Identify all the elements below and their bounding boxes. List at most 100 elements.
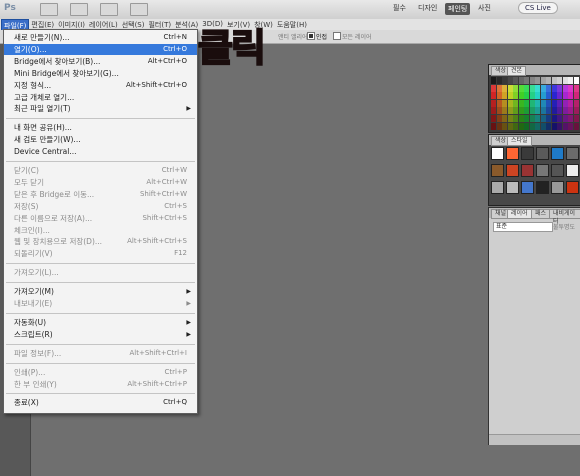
swatch-cell[interactable]: [491, 84, 496, 92]
swatch-cell[interactable]: [535, 122, 540, 130]
swatch-cell[interactable]: [513, 107, 518, 115]
file-menu-item[interactable]: 새 검토 만들기(W)...: [4, 134, 197, 145]
swatch-cell[interactable]: [513, 77, 518, 84]
swatch-cell[interactable]: [540, 77, 546, 84]
swatch-cell[interactable]: [502, 107, 507, 115]
file-menu-item[interactable]: 스크립트(R) ▶: [4, 329, 197, 340]
file-menu-item[interactable]: 내 화면 공유(H)...: [4, 122, 197, 133]
swatch-cell[interactable]: [540, 99, 546, 107]
swatch-cell[interactable]: [529, 92, 535, 100]
swatch-cell[interactable]: [535, 92, 540, 100]
style-preset[interactable]: [506, 147, 519, 160]
swatch-cell[interactable]: [491, 92, 496, 100]
swatch-cell[interactable]: [502, 115, 507, 122]
swatch-cell[interactable]: [573, 92, 579, 100]
style-preset[interactable]: [551, 181, 564, 194]
swatch-cell[interactable]: [562, 115, 568, 122]
tab-navigator[interactable]: 내비게이터: [549, 209, 580, 225]
swatch-cell[interactable]: [513, 84, 518, 92]
style-preset[interactable]: [566, 181, 579, 194]
swatch-cell[interactable]: [546, 84, 551, 92]
workspace-essentials[interactable]: 필수: [393, 3, 406, 13]
blend-mode-select[interactable]: 표준: [493, 222, 553, 232]
style-preset[interactable]: [491, 181, 504, 194]
swatch-cell[interactable]: [546, 107, 551, 115]
swatch-cell[interactable]: [568, 107, 573, 115]
bridge-icon[interactable]: [40, 3, 58, 16]
swatch-cell[interactable]: [529, 115, 535, 122]
swatch-cell[interactable]: [573, 84, 579, 92]
swatch-cell[interactable]: [535, 77, 540, 84]
swatch-cell[interactable]: [573, 107, 579, 115]
swatch-cell[interactable]: [502, 92, 507, 100]
contiguous-checkbox[interactable]: [307, 32, 315, 40]
swatch-cell[interactable]: [507, 99, 513, 107]
swatch-cell[interactable]: [535, 115, 540, 122]
swatch-cell[interactable]: [496, 115, 502, 122]
workspace-design[interactable]: 디자인: [418, 3, 437, 13]
swatch-cell[interactable]: [551, 77, 557, 84]
swatch-cell[interactable]: [568, 115, 573, 122]
swatch-cell[interactable]: [502, 84, 507, 92]
swatch-cell[interactable]: [568, 92, 573, 100]
style-preset[interactable]: [506, 164, 519, 177]
minibridge-icon[interactable]: [70, 3, 88, 16]
file-menu-item[interactable]: Mini Bridge에서 찾아보기(G)...: [4, 68, 197, 79]
swatch-cell[interactable]: [502, 99, 507, 107]
swatch-cell[interactable]: [573, 77, 579, 84]
swatch-cell[interactable]: [524, 92, 529, 100]
style-preset[interactable]: [491, 147, 504, 160]
swatch-cell[interactable]: [535, 84, 540, 92]
swatch-cell[interactable]: [540, 107, 546, 115]
swatch-cell[interactable]: [551, 115, 557, 122]
swatch-cell[interactable]: [491, 107, 496, 115]
file-menu-item[interactable]: Device Central...: [4, 146, 197, 157]
style-preset[interactable]: [521, 147, 534, 160]
swatch-cell[interactable]: [524, 77, 529, 84]
swatch-cell[interactable]: [518, 92, 524, 100]
style-preset[interactable]: [551, 147, 564, 160]
swatch-cell[interactable]: [551, 92, 557, 100]
style-preset[interactable]: [566, 164, 579, 177]
swatch-cell[interactable]: [557, 99, 562, 107]
swatch-cell[interactable]: [546, 115, 551, 122]
swatch-cell[interactable]: [507, 92, 513, 100]
style-grid[interactable]: [491, 147, 579, 203]
swatch-grid[interactable]: [491, 77, 579, 131]
cs-live-button[interactable]: CS Live: [518, 2, 558, 14]
file-menu-item[interactable]: 최근 파일 열기(T) ▶: [4, 103, 197, 114]
swatch-cell[interactable]: [535, 99, 540, 107]
swatch-cell[interactable]: [491, 122, 496, 130]
swatch-cell[interactable]: [557, 115, 562, 122]
swatch-cell[interactable]: [573, 115, 579, 122]
swatch-cell[interactable]: [551, 107, 557, 115]
swatch-cell[interactable]: [573, 99, 579, 107]
swatch-cell[interactable]: [568, 84, 573, 92]
swatch-cell[interactable]: [496, 84, 502, 92]
swatch-cell[interactable]: [491, 77, 496, 84]
swatch-cell[interactable]: [557, 77, 562, 84]
arrange-documents-icon[interactable]: [130, 3, 148, 16]
swatch-cell[interactable]: [557, 84, 562, 92]
swatch-cell[interactable]: [507, 115, 513, 122]
swatch-cell[interactable]: [551, 122, 557, 130]
swatch-cell[interactable]: [502, 122, 507, 130]
swatch-cell[interactable]: [573, 122, 579, 130]
swatch-cell[interactable]: [524, 122, 529, 130]
swatch-cell[interactable]: [513, 92, 518, 100]
swatch-cell[interactable]: [496, 99, 502, 107]
swatch-cell[interactable]: [496, 107, 502, 115]
swatch-cell[interactable]: [518, 77, 524, 84]
swatch-cell[interactable]: [496, 92, 502, 100]
style-preset[interactable]: [521, 164, 534, 177]
all-layers-checkbox[interactable]: [333, 32, 341, 40]
swatch-cell[interactable]: [496, 77, 502, 84]
tab-styles[interactable]: 스타일: [507, 136, 532, 146]
swatch-cell[interactable]: [507, 107, 513, 115]
swatch-cell[interactable]: [524, 107, 529, 115]
style-preset[interactable]: [491, 164, 504, 177]
swatch-cell[interactable]: [518, 115, 524, 122]
workspace-painting[interactable]: 페인팅: [445, 3, 471, 15]
swatch-cell[interactable]: [491, 99, 496, 107]
swatch-cell[interactable]: [529, 84, 535, 92]
